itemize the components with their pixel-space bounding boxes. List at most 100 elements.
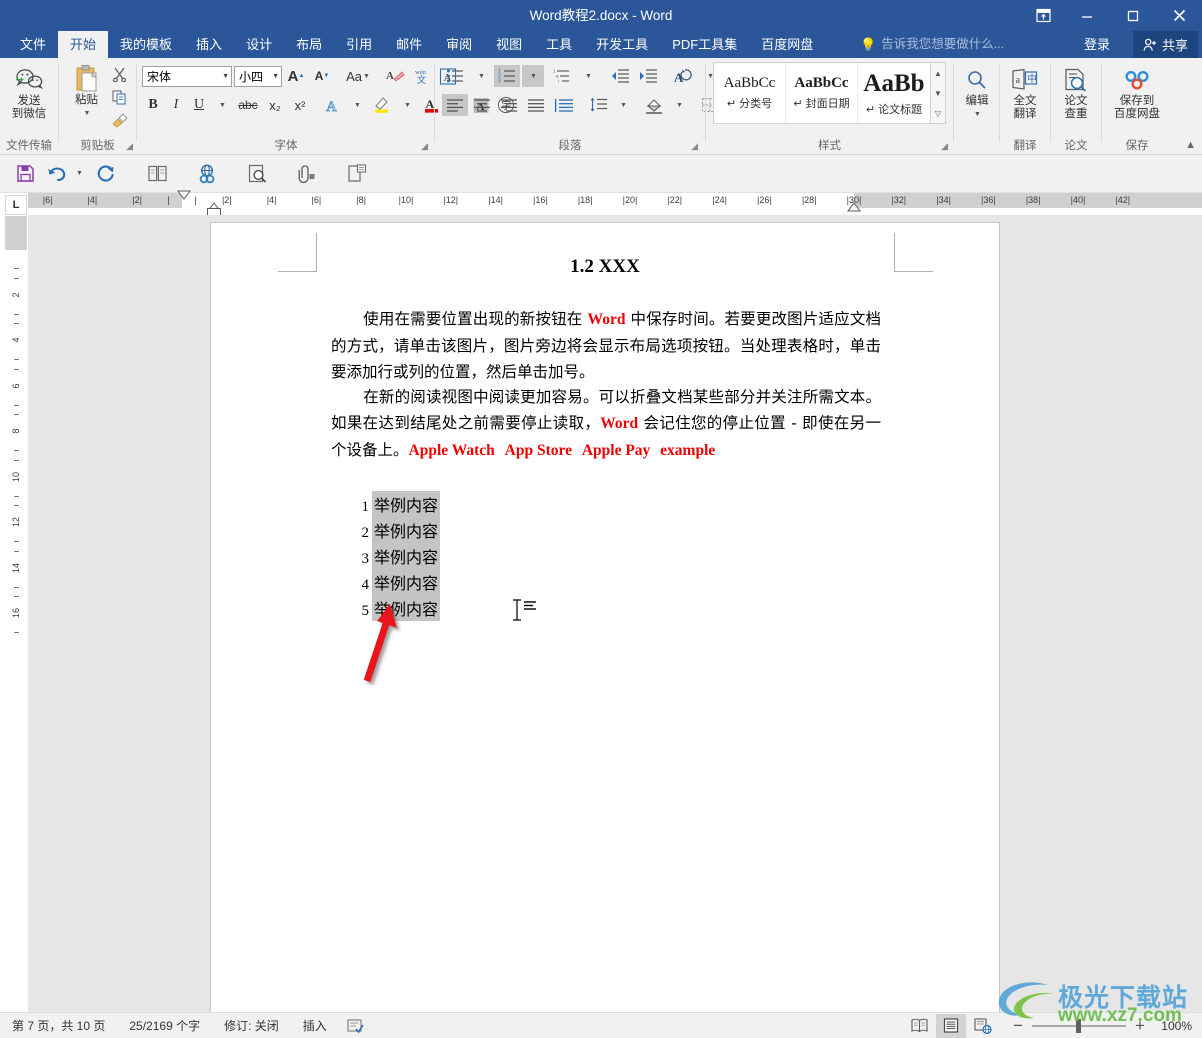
zoom-in-button[interactable]: +	[1132, 1016, 1148, 1036]
list-item-text[interactable]: 举例内容	[372, 491, 441, 517]
proofing-icon[interactable]	[339, 1013, 372, 1038]
print-preview-icon[interactable]	[240, 159, 274, 189]
paragraph-dialog-launcher[interactable]: ◢	[691, 141, 698, 152]
horizontal-ruler[interactable]: |6| |4| |2| | | |2| |4| |6| |8| |10| |12| |14| |16| |…	[28, 190, 1202, 216]
multilevel-caret-icon[interactable]: ▼	[577, 65, 599, 87]
zoom-out-button[interactable]: −	[1010, 1016, 1026, 1036]
tab-layout[interactable]: 布局	[284, 31, 334, 58]
minimize-icon[interactable]	[1064, 0, 1110, 31]
subscript-button[interactable]: x₂	[263, 94, 287, 116]
font-name-combo[interactable]: 宋体 ▼	[142, 65, 232, 87]
clipboard-dialog-launcher[interactable]: ◢	[126, 141, 133, 152]
document-info-icon[interactable]	[340, 159, 374, 189]
shading-button[interactable]	[641, 94, 667, 116]
underline-dropdown-caret-icon[interactable]: ▼	[211, 94, 233, 116]
style-item-2[interactable]: AaBb ↵ 论文标题	[858, 63, 930, 123]
tab-developer[interactable]: 开发工具	[584, 31, 660, 58]
tab-insert[interactable]: 插入	[184, 31, 234, 58]
attachment-icon[interactable]	[290, 159, 324, 189]
list-item[interactable]: 2 举例内容	[356, 517, 441, 543]
style-item-0[interactable]: AaBbCc ↵ 分类号	[714, 63, 786, 123]
page-indicator[interactable]: 第 7 页，共 10 页	[0, 1013, 117, 1038]
tell-me-search[interactable]: 💡 告诉我您想要做什么...	[860, 31, 1004, 58]
tab-design[interactable]: 设计	[234, 31, 284, 58]
translate-full-text-button[interactable]: a中 全文 翻译	[1002, 61, 1048, 121]
bold-button[interactable]: B	[142, 94, 164, 116]
bullets-button[interactable]	[442, 65, 468, 87]
zoom-slider-thumb[interactable]	[1076, 1018, 1081, 1033]
shrink-font-button[interactable]: A ▼	[310, 65, 334, 87]
vertical-ruler[interactable]: 2 4 6 8 10 12 14 16	[5, 216, 27, 1012]
tab-pdf-toolkit[interactable]: PDF工具集	[660, 31, 749, 58]
zoom-level-label[interactable]: 100%	[1154, 1019, 1196, 1033]
format-painter-button[interactable]	[109, 109, 131, 131]
tab-review[interactable]: 审阅	[434, 31, 484, 58]
read-mode-button[interactable]	[904, 1014, 934, 1038]
list-item-text[interactable]: 举例内容	[372, 543, 441, 569]
align-left-button[interactable]	[442, 94, 468, 116]
change-case-button[interactable]: Aa ▼	[341, 65, 375, 87]
document-paragraph-1[interactable]: 使用在需要位置出现的新按钮在 Word 中保存时间。若要更改图片适应文档的方式，…	[331, 306, 881, 385]
align-right-button[interactable]	[496, 94, 522, 116]
paste-dropdown-caret-icon[interactable]: ▼	[84, 107, 91, 120]
text-effects-button[interactable]: A	[319, 94, 345, 116]
document-paragraph-2[interactable]: 在新的阅读视图中阅读更加容易。可以折叠文档某些部分并关注所需文本。如果在达到结尾…	[331, 384, 881, 464]
line-spacing-caret-icon[interactable]: ▼	[612, 94, 634, 116]
bullets-caret-icon[interactable]: ▼	[470, 65, 492, 87]
sign-in-button[interactable]: 登录	[1084, 31, 1110, 58]
list-item-text[interactable]: 举例内容	[372, 517, 441, 543]
shading-caret-icon[interactable]: ▼	[668, 94, 690, 116]
tab-my-templates[interactable]: 我的模板	[108, 31, 184, 58]
line-spacing-button[interactable]	[585, 94, 611, 116]
thesis-plagiarism-check-button[interactable]: 论文 查重	[1053, 61, 1099, 121]
font-dialog-launcher[interactable]: ◢	[421, 141, 428, 152]
first-line-indent-marker[interactable]	[176, 190, 192, 201]
gallery-more-icon[interactable]: ▽	[931, 103, 945, 123]
list-item[interactable]: 1 举例内容	[356, 491, 441, 517]
right-indent-marker[interactable]	[846, 202, 862, 214]
text-effects-caret-icon[interactable]: ▼	[346, 94, 368, 116]
underline-button[interactable]: U	[188, 94, 210, 116]
decrease-indent-button[interactable]	[607, 65, 633, 87]
copy-button[interactable]	[109, 86, 131, 108]
restore-icon[interactable]	[1110, 0, 1156, 31]
gallery-scroll-up-icon[interactable]: ▲	[931, 63, 945, 83]
styles-dialog-launcher[interactable]: ◢	[941, 141, 948, 152]
multilevel-list-button[interactable]: 1ai	[549, 65, 575, 87]
editing-button[interactable]: 编辑 ▼	[956, 61, 998, 121]
tab-tools[interactable]: 工具	[534, 31, 584, 58]
styles-gallery[interactable]: AaBbCc ↵ 分类号 AaBbCc ↵ 封面日期 AaBb ↵ 论文标题 ▲…	[713, 62, 946, 124]
globe-link-icon[interactable]	[190, 159, 224, 189]
undo-icon[interactable]	[44, 159, 70, 189]
gallery-scroll-down-icon[interactable]: ▼	[931, 83, 945, 103]
ribbon-display-options-icon[interactable]	[1022, 0, 1064, 31]
tab-baidu-netdisk[interactable]: 百度网盘	[749, 31, 825, 58]
asian-layout-button[interactable]: A	[669, 65, 697, 87]
tab-stop-selector[interactable]: L	[5, 195, 27, 215]
tab-file[interactable]: 文件	[8, 31, 59, 58]
send-to-wechat-button[interactable]: 发送 到微信	[1, 61, 57, 121]
tab-references[interactable]: 引用	[334, 31, 384, 58]
clear-formatting-button[interactable]: A	[382, 65, 408, 87]
increase-indent-button[interactable]	[635, 65, 661, 87]
grow-font-button[interactable]: A ▲	[284, 65, 308, 87]
italic-button[interactable]: I	[165, 94, 187, 116]
text-highlight-button[interactable]	[369, 94, 395, 116]
paste-button[interactable]: 粘贴 ▼	[65, 60, 109, 120]
zoom-slider[interactable]	[1032, 1018, 1126, 1033]
strikethrough-button[interactable]: abc	[234, 94, 262, 116]
redo-icon[interactable]	[88, 159, 122, 189]
word-count[interactable]: 25/2169 个字	[117, 1013, 212, 1038]
superscript-button[interactable]: x²	[288, 94, 312, 116]
phonetic-guide-button[interactable]: wén 文	[410, 65, 434, 87]
style-item-1[interactable]: AaBbCc ↵ 封面日期	[786, 63, 858, 123]
align-center-button[interactable]	[469, 94, 495, 116]
insert-mode[interactable]: 插入	[291, 1013, 339, 1038]
list-item-text[interactable]: 举例内容	[372, 569, 441, 595]
collapse-ribbon-icon[interactable]: ▲	[1185, 139, 1196, 151]
close-icon[interactable]	[1156, 0, 1202, 31]
justify-button[interactable]	[523, 94, 549, 116]
two-pages-icon[interactable]	[140, 159, 174, 189]
list-item[interactable]: 4 举例内容	[356, 569, 441, 595]
document-page[interactable]: 1.2 XXX 使用在需要位置出现的新按钮在 Word 中保存时间。若要更改图片…	[210, 222, 1000, 1012]
